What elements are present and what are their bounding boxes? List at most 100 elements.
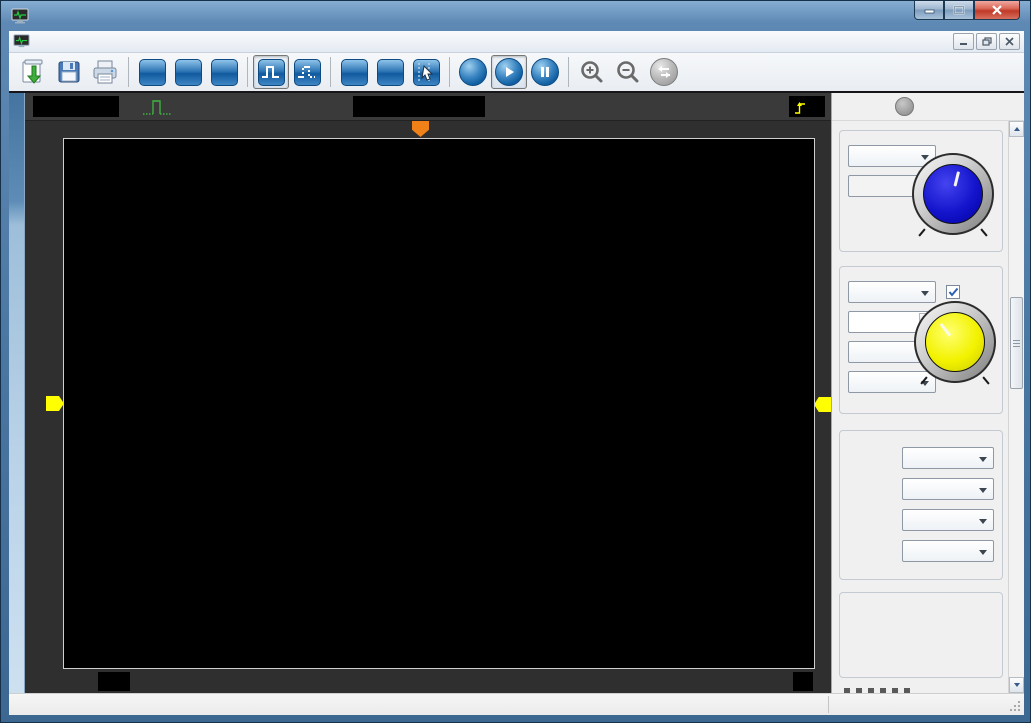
zoom-out-icon <box>615 59 641 85</box>
minimize-icon <box>924 6 935 15</box>
horizontal-group <box>839 130 1003 252</box>
save-icon <box>56 59 82 85</box>
math-button[interactable] <box>336 55 372 89</box>
minimize-button[interactable] <box>914 1 944 20</box>
waveform-preview-svg <box>353 96 485 117</box>
menu-window[interactable] <box>180 39 198 45</box>
menu-cursor[interactable] <box>108 39 126 45</box>
checkbox-checked-icon <box>946 285 960 299</box>
cursor-measure-button[interactable] <box>408 55 444 89</box>
save-button[interactable] <box>51 55 87 89</box>
left-scroll-strip[interactable] <box>9 93 25 693</box>
pass-fail-mask-icon <box>258 59 285 86</box>
scope-display[interactable] <box>63 138 815 669</box>
pause-button[interactable] <box>527 55 563 89</box>
mask-edit-button[interactable] <box>289 55 325 89</box>
zoom-out-button[interactable] <box>610 55 646 89</box>
waveform-preview[interactable] <box>353 96 485 117</box>
mask-edit-icon <box>294 59 321 86</box>
reference-icon <box>377 59 404 86</box>
vertical-setup-button[interactable] <box>170 55 206 89</box>
zoom-in-button[interactable] <box>574 55 610 89</box>
vertical-position-knob[interactable] <box>914 301 996 383</box>
horizontal-setup-icon <box>139 59 166 86</box>
scroll-down-button[interactable] <box>1009 677 1024 693</box>
toolbar-separator <box>449 57 450 87</box>
datetime-panel <box>828 696 1006 713</box>
close-button[interactable] <box>974 1 1020 20</box>
scrollbar-thumb[interactable] <box>1010 297 1023 389</box>
control-panel-column <box>831 93 1024 693</box>
menu-utility[interactable] <box>162 39 180 45</box>
mdi-close-button[interactable] <box>999 33 1020 50</box>
horizontal-position-knob[interactable] <box>912 153 994 235</box>
menu-help[interactable] <box>198 39 216 45</box>
channel1-ground-marker[interactable] <box>46 396 64 411</box>
menu-acquire[interactable] <box>144 39 162 45</box>
chevron-down-icon <box>979 488 987 497</box>
thumb-grip <box>1013 340 1020 341</box>
pass-fail-mask-button[interactable] <box>253 55 289 89</box>
triangle-down-icon <box>1014 683 1020 690</box>
trigger-status-badge <box>33 96 119 117</box>
edge-type-select[interactable] <box>902 540 994 562</box>
trigger-position-marker[interactable] <box>412 121 429 137</box>
reference-button[interactable] <box>372 55 408 89</box>
close-icon <box>991 5 1003 15</box>
scroll-up-button[interactable] <box>1009 121 1024 137</box>
knob-endstop <box>982 376 989 384</box>
trigger-readout <box>789 96 825 117</box>
scope-area <box>25 121 831 693</box>
trigger-group <box>839 430 1003 580</box>
app-icon <box>11 8 29 24</box>
chevron-down-icon <box>921 291 929 300</box>
refresh-connection-button[interactable] <box>646 55 682 89</box>
zoom-in-icon <box>579 59 605 85</box>
scope-display-svg <box>64 139 814 668</box>
autoset-button[interactable] <box>455 55 491 89</box>
app-window <box>0 0 1031 723</box>
toolbar-separator <box>568 57 569 87</box>
knob-pointer <box>940 323 952 337</box>
panel-scrollbar[interactable] <box>1008 121 1024 693</box>
mdi-child-icon[interactable] <box>13 34 30 49</box>
channel-enable-checkbox[interactable] <box>946 285 965 299</box>
sec-per-div-select[interactable] <box>848 145 936 167</box>
play-icon <box>495 58 523 86</box>
trigger-level-marker[interactable] <box>814 397 831 412</box>
menu-measure[interactable] <box>126 39 144 45</box>
run-button[interactable] <box>491 55 527 89</box>
menu-display[interactable] <box>90 39 108 45</box>
channel-select[interactable] <box>848 281 936 303</box>
resize-grip-icon[interactable] <box>1009 700 1022 713</box>
trigger-source-select[interactable] <box>902 509 994 531</box>
menu-file[interactable] <box>36 39 54 45</box>
knob-endstop <box>980 228 987 236</box>
chevron-down-icon <box>979 519 987 528</box>
vertical-group <box>839 266 1003 414</box>
print-button[interactable] <box>87 55 123 89</box>
restore-button[interactable] <box>944 1 974 20</box>
title-bar[interactable] <box>1 1 1030 31</box>
trigger-mode-select[interactable] <box>902 447 994 469</box>
trigger-setup-icon <box>211 59 238 86</box>
trigger-setup-button[interactable] <box>206 55 242 89</box>
horizontal-setup-button[interactable] <box>134 55 170 89</box>
restore-icon <box>953 5 965 15</box>
open-waveform-icon <box>19 58 47 86</box>
control-panel <box>832 121 1008 693</box>
thumb-grip <box>1013 346 1020 347</box>
pause-icon <box>531 58 559 86</box>
open-waveform-button[interactable] <box>15 55 51 89</box>
refresh-connection-icon <box>650 58 678 86</box>
menu-bar <box>9 31 1024 53</box>
scrollbar-track[interactable] <box>1009 137 1024 677</box>
cursor-measure-icon <box>413 59 440 86</box>
menu-settings[interactable] <box>72 39 90 45</box>
knob-pointer <box>953 171 960 186</box>
mdi-restore-button[interactable] <box>976 33 997 50</box>
trigger-sweep-select[interactable] <box>902 478 994 500</box>
mdi-restore-icon <box>982 37 992 46</box>
mdi-minimize-button[interactable] <box>953 33 974 50</box>
menu-view[interactable] <box>54 39 72 45</box>
